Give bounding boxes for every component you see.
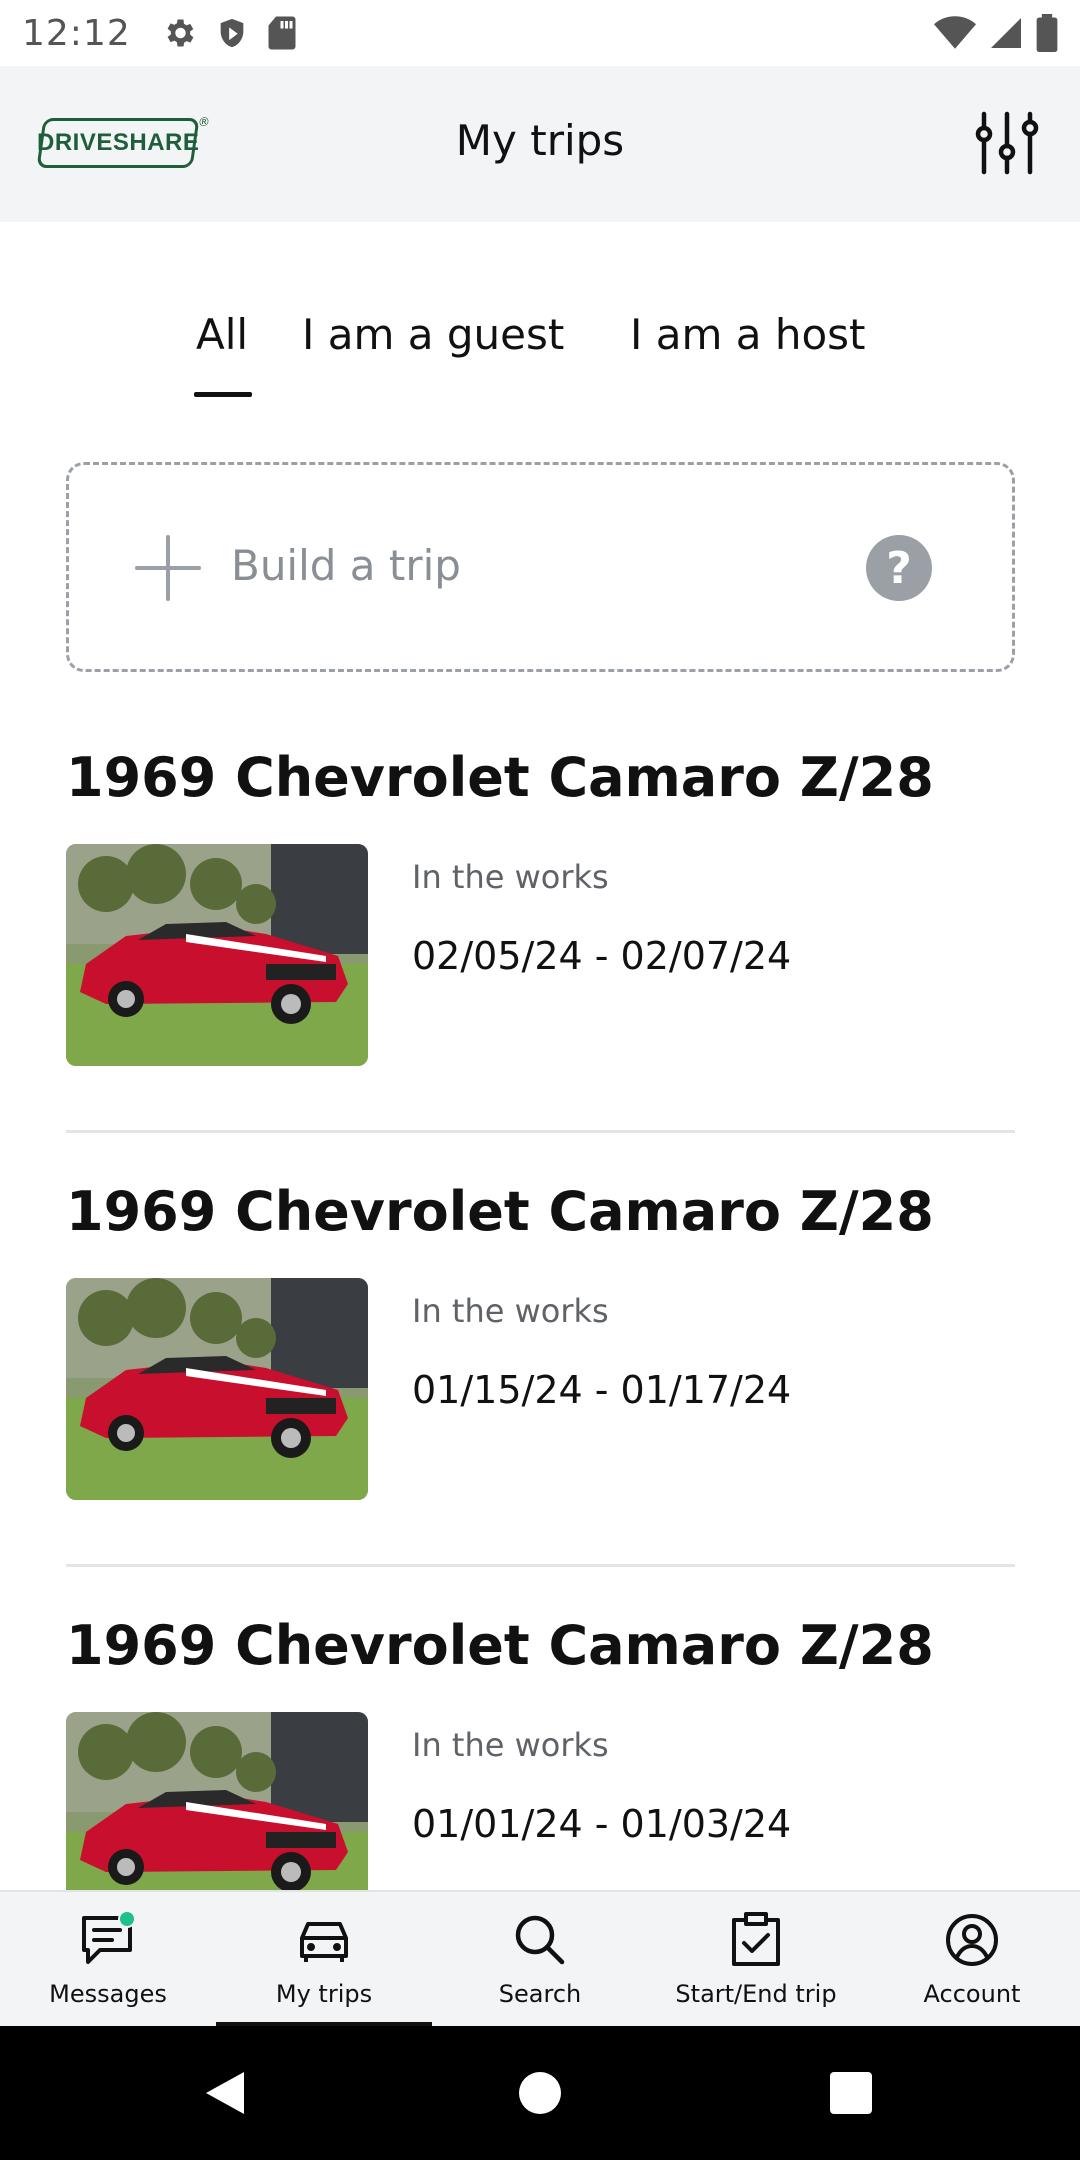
nav-label: Start/End trip xyxy=(675,1980,837,2008)
nav-label: Search xyxy=(498,1980,582,2008)
trip-title: 1969 Chevrolet Camaro Z/28 xyxy=(66,1614,934,1677)
shield-icon xyxy=(220,18,244,48)
trip-card[interactable]: 1969 Chevrolet Camaro Z/28 In the works … xyxy=(66,1180,1015,1510)
tab-i-am-a-guest[interactable]: I am a guest xyxy=(302,310,564,359)
nav-start-end-trip[interactable]: Start/End trip xyxy=(648,1892,864,2028)
trip-dates: 01/01/24 - 01/03/24 xyxy=(412,1802,792,1846)
trip-dates: 01/15/24 - 01/17/24 xyxy=(412,1368,792,1412)
car-icon xyxy=(294,1910,354,1970)
cell-signal-icon xyxy=(991,18,1021,48)
trip-title: 1969 Chevrolet Camaro Z/28 xyxy=(66,1180,934,1243)
plus-icon xyxy=(135,535,201,601)
search-icon xyxy=(510,1910,570,1970)
chat-icon xyxy=(78,1910,138,1970)
red-camaro-photo xyxy=(66,1278,368,1500)
red-camaro-photo xyxy=(66,1712,368,1890)
nav-label: My trips xyxy=(275,1980,373,2008)
sd-card-icon xyxy=(268,16,296,50)
red-camaro-photo xyxy=(66,844,368,1066)
android-nav-bar xyxy=(0,2026,1080,2160)
trip-status: In the works xyxy=(412,1292,609,1330)
divider xyxy=(66,1130,1015,1133)
sliders-icon xyxy=(975,111,1039,175)
battery-icon xyxy=(1036,14,1058,52)
help-icon[interactable]: ? xyxy=(866,535,932,601)
tab-all[interactable]: All xyxy=(196,310,248,359)
trip-card[interactable]: 1969 Chevrolet Camaro Z/28 In the works … xyxy=(66,746,1015,1076)
account-circle-icon xyxy=(942,1910,1002,1970)
status-time: 12:12 xyxy=(22,12,131,54)
settings-gear-icon xyxy=(167,19,194,47)
back-icon[interactable] xyxy=(200,2068,250,2118)
home-icon[interactable] xyxy=(515,2068,565,2118)
nav-label: Messages xyxy=(49,1980,167,2008)
clipboard-check-icon xyxy=(726,1910,786,1970)
trip-status: In the works xyxy=(412,1726,609,1764)
nav-search[interactable]: Search xyxy=(432,1892,648,2028)
build-trip-label: Build a trip xyxy=(231,541,461,590)
page-title: My trips xyxy=(455,116,625,165)
screen: 12:12 DRIVESHARE ® My trips All I am a g… xyxy=(0,0,1080,2160)
trip-title: 1969 Chevrolet Camaro Z/28 xyxy=(66,746,934,809)
status-icons-right xyxy=(934,14,1058,52)
recents-icon[interactable] xyxy=(826,2068,876,2118)
filter-button[interactable] xyxy=(974,110,1040,176)
nav-account[interactable]: Account xyxy=(864,1892,1080,2028)
divider xyxy=(66,1564,1015,1567)
app-header: DRIVESHARE ® My trips xyxy=(0,66,1080,222)
trip-tabs: All I am a guest I am a host xyxy=(0,300,1080,400)
build-trip-button[interactable]: Build a trip ? xyxy=(66,462,1015,672)
bottom-nav: Messages My trips Search Start/End trip … xyxy=(0,1890,1080,2028)
status-icons-left xyxy=(161,15,297,51)
nav-messages[interactable]: Messages xyxy=(0,1892,216,2028)
tab-i-am-a-host[interactable]: I am a host xyxy=(630,310,866,359)
wifi-icon xyxy=(934,16,976,49)
trip-card[interactable]: 1969 Chevrolet Camaro Z/28 In the works … xyxy=(66,1614,1015,1890)
trip-status: In the works xyxy=(412,858,609,896)
nav-label: Account xyxy=(923,1980,1021,2008)
trip-dates: 02/05/24 - 02/07/24 xyxy=(412,934,792,978)
status-bar: 12:12 xyxy=(0,0,1080,66)
nav-my-trips[interactable]: My trips xyxy=(216,1892,432,2028)
active-tab-indicator xyxy=(194,392,252,397)
notification-dot xyxy=(118,1910,136,1928)
